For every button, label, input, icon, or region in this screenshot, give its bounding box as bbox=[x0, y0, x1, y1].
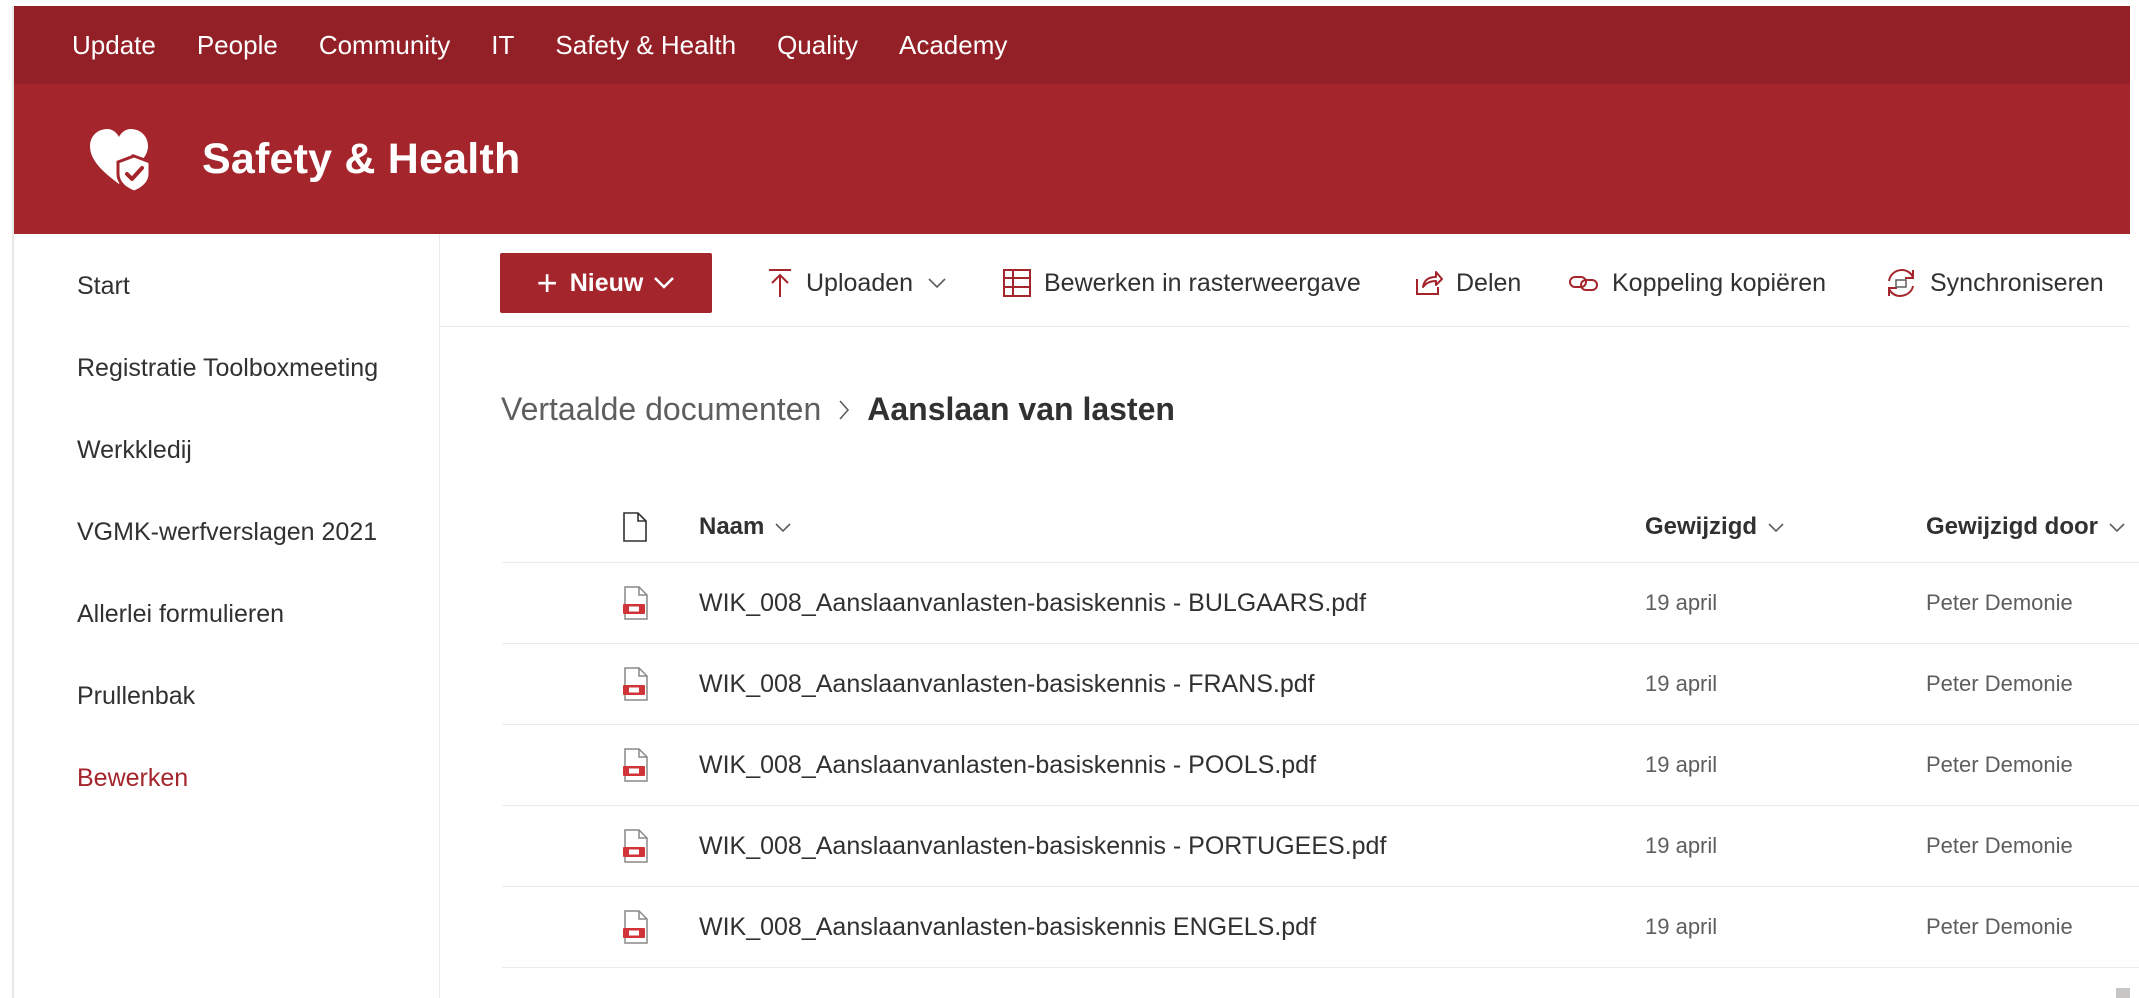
file-name-link[interactable]: WIK_008_Aanslaanvanlasten-basiskennis - … bbox=[699, 644, 1315, 724]
hub-nav-academy[interactable]: Academy bbox=[899, 30, 1007, 61]
hub-nav-people[interactable]: People bbox=[197, 30, 278, 61]
document-list: Naam Gewijzigd Gewijzigd door WIK_008_Aa… bbox=[502, 492, 2139, 968]
scrollbar-corner[interactable] bbox=[2116, 988, 2130, 998]
breadcrumb-parent[interactable]: Vertaalde documenten bbox=[501, 391, 821, 428]
pdf-file-icon bbox=[622, 563, 650, 643]
file-type-column-header[interactable] bbox=[622, 492, 648, 562]
edit-grid-view-button[interactable]: Bewerken in rasterweergave bbox=[1002, 256, 1361, 310]
modified-date: 19 april bbox=[1645, 590, 1718, 615]
modified-by-person[interactable]: Peter Demonie bbox=[1926, 806, 2073, 886]
list-item[interactable]: WIK_008_Aanslaanvanlasten-basiskennis - … bbox=[502, 644, 2139, 725]
list-item[interactable]: WIK_008_Aanslaanvanlasten-basiskennis - … bbox=[502, 563, 2139, 644]
chevron-down-icon bbox=[2108, 522, 2126, 533]
site-title[interactable]: Safety & Health bbox=[202, 135, 520, 184]
sharepoint-window: Update People Community IT Safety & Heal… bbox=[12, 6, 2139, 998]
breadcrumb-current: Aanslaan van lasten bbox=[867, 391, 1175, 427]
share-label: Delen bbox=[1456, 268, 1522, 297]
hub-nav-community[interactable]: Community bbox=[319, 30, 450, 61]
modified-by-column-label: Gewijzigd door bbox=[1926, 513, 2098, 540]
list-item[interactable]: WIK_008_Aanslaanvanlasten-basiskennis - … bbox=[502, 725, 2139, 806]
copy-link-button[interactable]: Koppeling kopiëren bbox=[1568, 256, 1826, 310]
file-name-link[interactable]: WIK_008_Aanslaanvanlasten-basiskennis EN… bbox=[699, 887, 1316, 967]
new-button[interactable]: + Nieuw bbox=[500, 253, 712, 313]
file-name-link[interactable]: WIK_008_Aanslaanvanlasten-basiskennis - … bbox=[699, 806, 1386, 886]
modified-column-header[interactable]: Gewijzigd bbox=[1645, 492, 1785, 562]
hub-nav-safety-health[interactable]: Safety & Health bbox=[555, 30, 736, 61]
chevron-down-icon bbox=[1767, 522, 1785, 533]
plus-icon: + bbox=[536, 262, 558, 303]
left-navigation: Start Registratie Toolboxmeeting Werkkle… bbox=[14, 234, 440, 998]
heart-shield-icon[interactable] bbox=[84, 124, 154, 194]
modified-date: 19 april bbox=[1645, 671, 1718, 696]
pdf-file-icon bbox=[622, 806, 650, 886]
modified-by-person[interactable]: Peter Demonie bbox=[1926, 644, 2073, 724]
modified-by-person[interactable]: Peter Demonie bbox=[1926, 725, 2073, 805]
sync-icon bbox=[1888, 268, 1914, 298]
modified-date: 19 april bbox=[1645, 914, 1718, 939]
pdf-file-icon bbox=[622, 644, 650, 724]
chevron-down-icon bbox=[653, 276, 675, 290]
pdf-file-icon bbox=[622, 887, 650, 967]
list-item[interactable]: WIK_008_Aanslaanvanlasten-basiskennis EN… bbox=[502, 887, 2139, 968]
hub-nav-update[interactable]: Update bbox=[72, 30, 156, 61]
chevron-right-icon bbox=[837, 399, 851, 421]
pdf-file-icon bbox=[622, 725, 650, 805]
leftnav-item-prullenbak[interactable]: Prullenbak bbox=[77, 682, 195, 711]
link-icon bbox=[1569, 276, 1598, 291]
leftnav-item-allerlei-formulieren[interactable]: Allerlei formulieren bbox=[77, 600, 284, 629]
leftnav-item-registratie-toolboxmeeting[interactable]: Registratie Toolboxmeeting bbox=[77, 354, 378, 383]
upload-button[interactable]: Uploaden bbox=[766, 256, 959, 310]
leftnav-item-vgmk-werfverslagen[interactable]: VGMK-werfverslagen 2021 bbox=[77, 518, 377, 547]
list-item[interactable]: WIK_008_Aanslaanvanlasten-basiskennis - … bbox=[502, 806, 2139, 887]
upload-icon bbox=[769, 269, 791, 297]
grid-icon bbox=[1003, 269, 1031, 297]
document-icon bbox=[623, 512, 647, 542]
copy-link-label: Koppeling kopiëren bbox=[1612, 268, 1827, 297]
hub-nav-quality[interactable]: Quality bbox=[777, 30, 858, 61]
hub-nav: Update People Community IT Safety & Heal… bbox=[72, 6, 1048, 84]
name-column-label: Naam bbox=[699, 513, 765, 540]
share-button[interactable]: Delen bbox=[1414, 256, 1521, 310]
name-column-header[interactable]: Naam bbox=[699, 492, 792, 562]
sync-label: Synchroniseren bbox=[1930, 268, 2104, 297]
command-bar: + Nieuw Uploaden Bewerken in rasterweerg… bbox=[440, 234, 2130, 327]
edit-grid-view-label: Bewerken in rasterweergave bbox=[1044, 268, 1361, 297]
chevron-down-icon bbox=[927, 277, 959, 289]
leftnav-item-start[interactable]: Start bbox=[77, 272, 130, 301]
list-header: Naam Gewijzigd Gewijzigd door bbox=[502, 492, 2139, 563]
modified-by-column-header[interactable]: Gewijzigd door bbox=[1926, 492, 2126, 562]
upload-label: Uploaden bbox=[806, 268, 914, 297]
modified-by-person[interactable]: Peter Demonie bbox=[1926, 563, 2073, 643]
modified-column-label: Gewijzigd bbox=[1645, 513, 1758, 540]
new-button-label: Nieuw bbox=[569, 268, 644, 297]
modified-date: 19 april bbox=[1645, 752, 1718, 777]
site-header: Safety & Health bbox=[14, 84, 2130, 234]
modified-date: 19 april bbox=[1645, 833, 1718, 858]
file-name-link[interactable]: WIK_008_Aanslaanvanlasten-basiskennis - … bbox=[699, 563, 1366, 643]
chevron-down-icon bbox=[774, 522, 792, 533]
modified-by-person[interactable]: Peter Demonie bbox=[1926, 887, 2073, 967]
sync-button[interactable]: Synchroniseren bbox=[1884, 256, 2104, 310]
leftnav-item-werkkledij[interactable]: Werkkledij bbox=[77, 436, 192, 465]
leftnav-edit-link[interactable]: Bewerken bbox=[77, 764, 188, 793]
hub-nav-it[interactable]: IT bbox=[491, 30, 514, 61]
hub-navigation-bar: Update People Community IT Safety & Heal… bbox=[14, 6, 2130, 84]
share-icon bbox=[1416, 271, 1443, 295]
breadcrumb: Vertaalde documenten Aanslaan van lasten bbox=[501, 391, 1175, 428]
file-name-link[interactable]: WIK_008_Aanslaanvanlasten-basiskennis - … bbox=[699, 725, 1316, 805]
